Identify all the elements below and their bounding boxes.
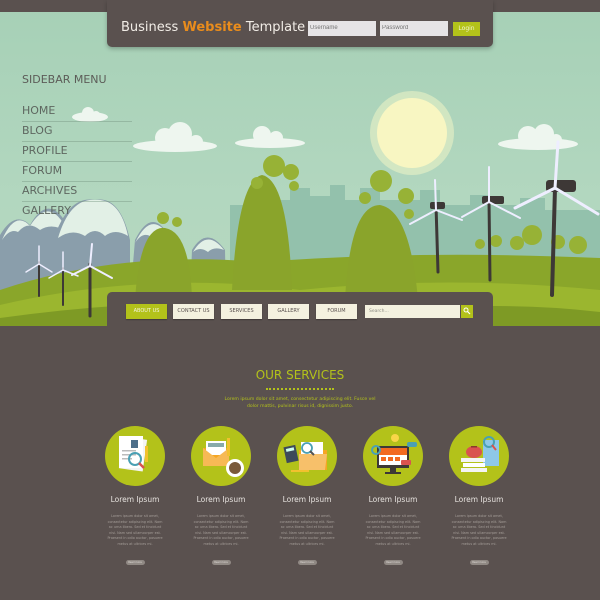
main-nav: ABOUT US CONTACT US SERVICES GALLERY FOR… — [107, 292, 493, 332]
read-more-button[interactable]: Read more — [383, 559, 403, 565]
sidebar-item-forum[interactable]: FORUM — [22, 162, 132, 182]
read-more-button[interactable]: Read more — [125, 559, 145, 565]
search-input[interactable]: Search... — [365, 305, 460, 318]
site-title: Business Website Template — [121, 20, 305, 35]
documents-magnifier-icon — [105, 426, 165, 486]
login-button[interactable]: Login — [453, 22, 480, 36]
card-text: Lorem ipsum dolor sit amet, consectetur … — [193, 514, 249, 546]
heading-divider — [266, 388, 334, 390]
sidebar-menu: HOME BLOG PROFILE FORUM ARCHIVES GALLERY — [22, 102, 132, 221]
sidebar-item-blog[interactable]: BLOG — [22, 122, 132, 142]
calculator-folder-icon — [277, 426, 337, 486]
card-text: Lorem ipsum dolor sit amet, consectetur … — [279, 514, 335, 546]
read-more-button[interactable]: Read more — [297, 559, 317, 565]
brand-accent: Website — [182, 20, 242, 35]
service-card: Lorem Ipsum Lorem ipsum dolor sit amet, … — [262, 426, 352, 567]
sidebar-item-gallery[interactable]: GALLERY — [22, 202, 132, 221]
magnifier-icon — [463, 307, 471, 315]
service-card: Lorem Ipsum Lorem ipsum dolor sit amet, … — [90, 426, 180, 567]
search-button[interactable] — [461, 305, 473, 318]
nav-forum[interactable]: FORUM — [316, 304, 357, 319]
cloud — [498, 124, 578, 150]
card-title: Lorem Ipsum — [196, 495, 246, 504]
services-heading: OUR SERVICES — [255, 368, 345, 382]
sun — [377, 98, 447, 168]
read-more-button[interactable]: Read more — [211, 559, 231, 565]
card-title: Lorem Ipsum — [110, 495, 160, 504]
nav-contact-us[interactable]: CONTACT US — [173, 304, 214, 319]
cloud — [235, 126, 305, 148]
card-text: Lorem ipsum dolor sit amet, consectetur … — [451, 514, 507, 546]
brand-suffix: Template — [245, 20, 306, 35]
sidebar-title: SIDEBAR MENU — [22, 73, 107, 86]
sidebar-item-profile[interactable]: PROFILE — [22, 142, 132, 162]
service-card: Lorem Ipsum Lorem ipsum dolor sit amet, … — [348, 426, 438, 567]
sidebar-item-home[interactable]: HOME — [22, 102, 132, 122]
password-input[interactable] — [380, 21, 448, 36]
brand-prefix: Business — [121, 20, 179, 35]
username-input[interactable] — [308, 21, 376, 36]
card-title: Lorem Ipsum — [454, 495, 504, 504]
nav-services[interactable]: SERVICES — [221, 304, 262, 319]
service-card: Lorem Ipsum Lorem ipsum dolor sit amet, … — [176, 426, 266, 567]
read-more-button[interactable]: Read more — [469, 559, 489, 565]
card-text: Lorem ipsum dolor sit amet, consectetur … — [365, 514, 421, 546]
service-card: Lorem Ipsum Lorem ipsum dolor sit amet, … — [434, 426, 524, 567]
hill — [232, 175, 292, 290]
card-title: Lorem Ipsum — [282, 495, 332, 504]
header-bar: Business Website Template Login — [107, 0, 493, 47]
services-description: Lorem ipsum dolor sit amet, consectetur … — [224, 397, 376, 409]
card-title: Lorem Ipsum — [368, 495, 418, 504]
card-text: Lorem ipsum dolor sit amet, consectetur … — [107, 514, 163, 546]
nav-gallery[interactable]: GALLERY — [268, 304, 309, 319]
monitor-website-icon — [363, 426, 423, 486]
sidebar-item-archives[interactable]: ARCHIVES — [22, 182, 132, 202]
nav-about-us[interactable]: ABOUT US — [126, 304, 167, 319]
envelope-coffee-icon — [191, 426, 251, 486]
cloud — [133, 122, 217, 152]
books-piggybank-icon — [449, 426, 509, 486]
